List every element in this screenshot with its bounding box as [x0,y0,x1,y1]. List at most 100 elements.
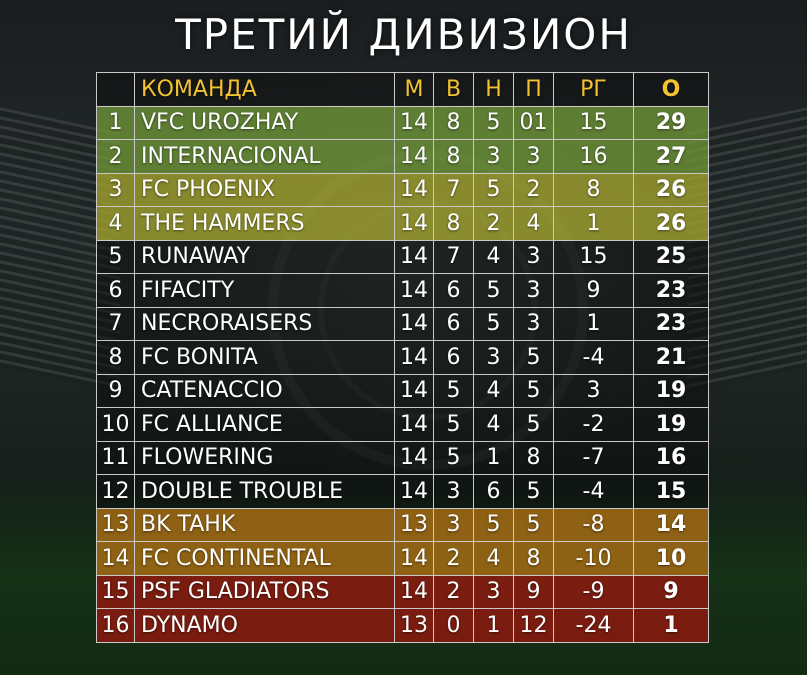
losses-cell: 12 [513,608,554,643]
losses-cell: 3 [513,306,554,341]
position-cell: 7 [96,306,135,341]
position-cell: 8 [96,340,135,375]
header-points: О [633,72,709,107]
position-cell: 16 [96,608,135,643]
goal-difference-cell: 8 [553,172,634,207]
wins-cell: 7 [433,172,474,207]
draws-cell: 4 [473,373,514,408]
team-name-cell: FLOWERING [134,440,395,475]
position-cell: 2 [96,139,135,174]
goal-difference-cell: 15 [553,239,634,274]
wins-cell: 2 [433,574,474,609]
standings-table: КОМАНДА М В Н П РГ О 1 VFC UROZHAY 14 8 5 01 1… [96,72,709,643]
goal-difference-cell: -2 [553,407,634,442]
draws-cell: 5 [473,507,514,542]
wins-cell: 2 [433,541,474,576]
matches-cell: 14 [394,373,434,408]
matches-cell: 14 [394,474,434,509]
points-cell: 25 [633,239,709,274]
draws-cell: 4 [473,407,514,442]
losses-cell: 8 [513,440,554,475]
team-name-cell: FC ALLIANCE [134,407,395,442]
table-row: 10 FC ALLIANCE 14 5 4 5 -2 19 [96,407,709,442]
table-row: 8 FC BONITA 14 6 3 5 -4 21 [96,340,709,375]
losses-cell: 5 [513,507,554,542]
wins-cell: 8 [433,206,474,241]
matches-cell: 14 [394,105,434,140]
losses-cell: 3 [513,273,554,308]
goal-difference-cell: -7 [553,440,634,475]
table-row: 9 CATENACCIO 14 5 4 5 3 19 [96,373,709,408]
team-name-cell: RUNAWAY [134,239,395,274]
matches-cell: 14 [394,541,434,576]
losses-cell: 4 [513,206,554,241]
table-header-row: КОМАНДА М В Н П РГ О [96,72,709,107]
wins-cell: 6 [433,340,474,375]
table-row: 1 VFC UROZHAY 14 8 5 01 15 29 [96,105,709,140]
draws-cell: 5 [473,172,514,207]
table-row: 13 BK TAHK 13 3 5 5 -8 14 [96,507,709,542]
header-wins: В [433,72,474,107]
wins-cell: 5 [433,373,474,408]
wins-cell: 7 [433,239,474,274]
header-goal-difference: РГ [553,72,634,107]
points-cell: 16 [633,440,709,475]
points-cell: 26 [633,206,709,241]
losses-cell: 5 [513,474,554,509]
draws-cell: 3 [473,340,514,375]
table-row: 7 NECRORAISERS 14 6 5 3 1 23 [96,306,709,341]
goal-difference-cell: -9 [553,574,634,609]
points-cell: 1 [633,608,709,643]
points-cell: 9 [633,574,709,609]
standings-body: 1 VFC UROZHAY 14 8 5 01 15 29 2 INTERNACIONAL 14 8 3… [96,105,709,643]
header-team: КОМАНДА [134,72,395,107]
position-cell: 13 [96,507,135,542]
matches-cell: 14 [394,239,434,274]
position-cell: 15 [96,574,135,609]
header-losses: П [513,72,554,107]
position-cell: 5 [96,239,135,274]
wins-cell: 8 [433,105,474,140]
position-cell: 11 [96,440,135,475]
team-name-cell: DOUBLE TROUBLE [134,474,395,509]
points-cell: 19 [633,407,709,442]
draws-cell: 5 [473,306,514,341]
position-cell: 4 [96,206,135,241]
losses-cell: 3 [513,139,554,174]
position-cell: 14 [96,541,135,576]
losses-cell: 5 [513,340,554,375]
table-row: 4 THE HAMMERS 14 8 2 4 1 26 [96,206,709,241]
losses-cell: 3 [513,239,554,274]
table-row: 14 FC CONTINENTAL 14 2 4 8 -10 10 [96,541,709,576]
draws-cell: 4 [473,239,514,274]
header-matches: М [394,72,434,107]
position-cell: 6 [96,273,135,308]
points-cell: 23 [633,273,709,308]
wins-cell: 8 [433,139,474,174]
wins-cell: 6 [433,273,474,308]
points-cell: 15 [633,474,709,509]
draws-cell: 3 [473,574,514,609]
matches-cell: 14 [394,139,434,174]
points-cell: 14 [633,507,709,542]
table-row: 3 FC PHOENIX 14 7 5 2 8 26 [96,172,709,207]
draws-cell: 3 [473,139,514,174]
team-name-cell: PSF GLADIATORS [134,574,395,609]
matches-cell: 14 [394,440,434,475]
matches-cell: 14 [394,306,434,341]
wins-cell: 6 [433,306,474,341]
goal-difference-cell: -10 [553,541,634,576]
wins-cell: 0 [433,608,474,643]
goal-difference-cell: -4 [553,340,634,375]
matches-cell: 13 [394,507,434,542]
losses-cell: 2 [513,172,554,207]
team-name-cell: VFC UROZHAY [134,105,395,140]
wins-cell: 5 [433,407,474,442]
losses-cell: 5 [513,407,554,442]
matches-cell: 14 [394,574,434,609]
team-name-cell: NECRORAISERS [134,306,395,341]
position-cell: 3 [96,172,135,207]
position-cell: 10 [96,407,135,442]
table-row: 2 INTERNACIONAL 14 8 3 3 16 27 [96,139,709,174]
team-name-cell: DYNAMO [134,608,395,643]
